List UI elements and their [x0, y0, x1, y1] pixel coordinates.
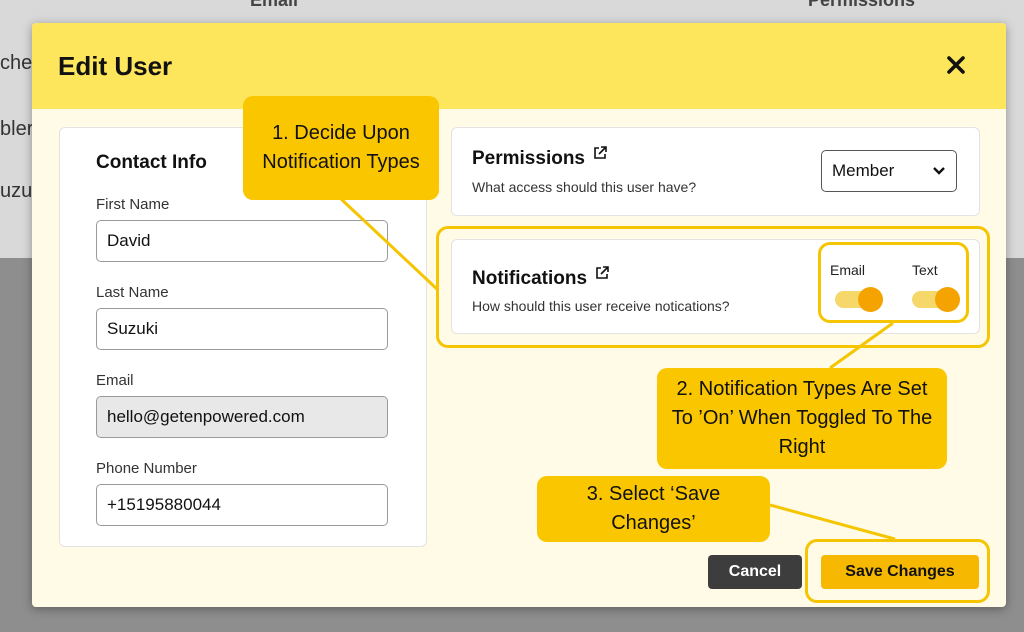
permissions-select[interactable]: Member	[821, 150, 957, 192]
last-name-field[interactable]	[96, 308, 388, 350]
contact-info-title: Contact Info	[96, 152, 207, 173]
chevron-down-icon	[933, 167, 945, 175]
close-button[interactable]	[938, 47, 974, 83]
modal-header: Edit User	[32, 23, 1006, 109]
toggles-highlight	[818, 242, 969, 323]
callout-toggle-right: 2. Notification Types Are Set To ’On’ Wh…	[657, 368, 947, 469]
permissions-card: Permissions What access should this user…	[451, 127, 980, 216]
save-button-highlight	[805, 539, 990, 603]
last-name-label: Last Name	[96, 284, 169, 301]
bg-row-text: che	[0, 52, 33, 74]
bg-row-text: bler	[0, 118, 34, 140]
cancel-button[interactable]: Cancel	[708, 555, 802, 589]
phone-number-label: Phone Number	[96, 460, 197, 477]
bg-column-permissions: Permissions	[808, 0, 916, 10]
phone-number-field[interactable]	[96, 484, 388, 526]
first-name-label: First Name	[96, 196, 170, 213]
permissions-title: Permissions	[472, 148, 585, 169]
permissions-selected-value: Member	[832, 161, 895, 180]
bg-column-email: Email	[250, 0, 299, 10]
first-name-field[interactable]	[96, 220, 388, 262]
modal-title: Edit User	[58, 51, 173, 81]
permissions-heading: Permissions	[472, 146, 607, 170]
bg-row-text: uzu	[0, 180, 33, 202]
email-label: Email	[96, 372, 134, 389]
permissions-subtitle: What access should this user have?	[472, 179, 697, 195]
close-icon	[947, 56, 965, 74]
callout-decide-types: 1. Decide Upon Notification Types	[243, 96, 439, 200]
email-field	[96, 396, 388, 438]
external-link-icon[interactable]	[593, 146, 607, 160]
callout-save-changes: 3. Select ‘Save Changes’	[537, 476, 770, 542]
